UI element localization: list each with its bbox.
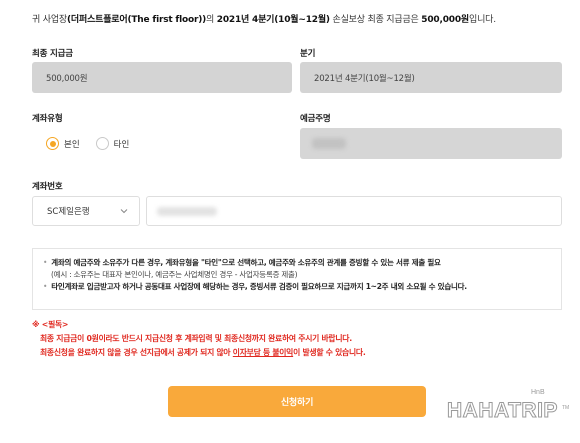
watermark-tm: TM: [562, 405, 570, 411]
intro-prefix: 귀 사업장: [32, 15, 67, 25]
account-type-label: 계좌유형: [32, 114, 63, 124]
warning-heading: ※ <필독>: [32, 320, 69, 329]
account-type-other-radio[interactable]: 타인: [95, 137, 130, 150]
account-number-label: 계좌번호: [32, 182, 63, 192]
bullet-icon: •: [43, 282, 48, 291]
intro-amount: 500,000원: [421, 15, 469, 25]
notice-item: • 계좌의 예금주와 소유주가 다른 경우, 계좌유형을 "타인"으로 선택하고…: [43, 257, 549, 269]
notice-box: • 계좌의 예금주와 소유주가 다른 경우, 계좌유형을 "타인"으로 선택하고…: [32, 248, 562, 310]
notice-line-1: 계좌의 예금주와 소유주가 다른 경우, 계좌유형을 "타인"으로 선택하고, …: [51, 258, 441, 267]
intro-middle: 의: [206, 15, 217, 25]
account-number-input[interactable]: [146, 196, 562, 226]
account-type-other-label: 타인: [113, 139, 130, 150]
radio-unchecked-icon: [95, 137, 109, 150]
redaction-blur: [312, 138, 346, 149]
warning-line-2-post: 이 발생할 수 있습니다.: [293, 348, 366, 357]
notice-example: (예시 : 소유주는 대표자 본인이나, 예금주는 사업체명인 경우 - 사업자…: [51, 270, 298, 279]
account-type-self-label: 본인: [64, 139, 80, 150]
submit-button[interactable]: 신청하기: [168, 386, 426, 417]
warning-line-2: 최종신청을 완료하지 않을 경우 선지급에서 공제가 되지 않아 이자부담 등 …: [32, 346, 366, 360]
account-type-radio-group: 본인 타인: [46, 137, 145, 150]
quarter-field: 2021년 4분기(10월~12월): [300, 62, 562, 93]
warning-block: ※ <필독> 최종 지급금이 0원이라도 반드시 지급신청 후 계좌입력 및 최…: [32, 318, 366, 360]
final-payment-label: 최종 지급금: [32, 49, 73, 59]
chevron-down-icon: [120, 209, 128, 214]
depositor-field-redacted: [300, 128, 562, 159]
bank-select[interactable]: SC제일은행: [32, 196, 140, 226]
intro-middle2: 손실보상 최종 지급금은: [329, 15, 422, 25]
notice-item: • 타인계좌로 입금받고자 하거나 공동대표 사업장에 해당하는 경우, 증빙서…: [43, 281, 549, 293]
intro-text: 귀 사업장(더퍼스트플로어(The first floor))의 2021년 4…: [32, 12, 496, 25]
bank-select-value: SC제일은행: [47, 207, 90, 217]
final-payment-field: 500,000원: [32, 62, 292, 93]
warning-line-2-pre: 최종신청을 완료하지 않을 경우 선지급에서 공제가 되지 않아: [40, 348, 233, 357]
depositor-label: 예금주명: [300, 114, 331, 124]
quarter-label: 분기: [300, 49, 316, 59]
business-name: (더퍼스트플로어(The first floor)): [66, 15, 207, 25]
warning-line-1: 최종 지급금이 0원이라도 반드시 지급신청 후 계좌입력 및 최종신청까지 완…: [40, 334, 352, 343]
watermark-small: HnB: [531, 389, 545, 396]
bullet-icon: •: [43, 258, 48, 267]
notice-line-3: 타인계좌로 입금받고자 하거나 공동대표 사업장에 해당하는 경우, 증빙서류 …: [51, 282, 467, 291]
account-type-self-radio[interactable]: 본인: [46, 137, 80, 150]
redaction-blur: [157, 207, 217, 216]
radio-checked-icon: [46, 137, 59, 150]
warning-line-2-underline: 이자부담 등 불이익: [232, 348, 294, 357]
intro-period: 2021년 4분기(10월~12월): [216, 15, 330, 25]
intro-suffix: 입니다.: [468, 15, 496, 25]
watermark-logo: HAHATRIP: [447, 399, 558, 423]
